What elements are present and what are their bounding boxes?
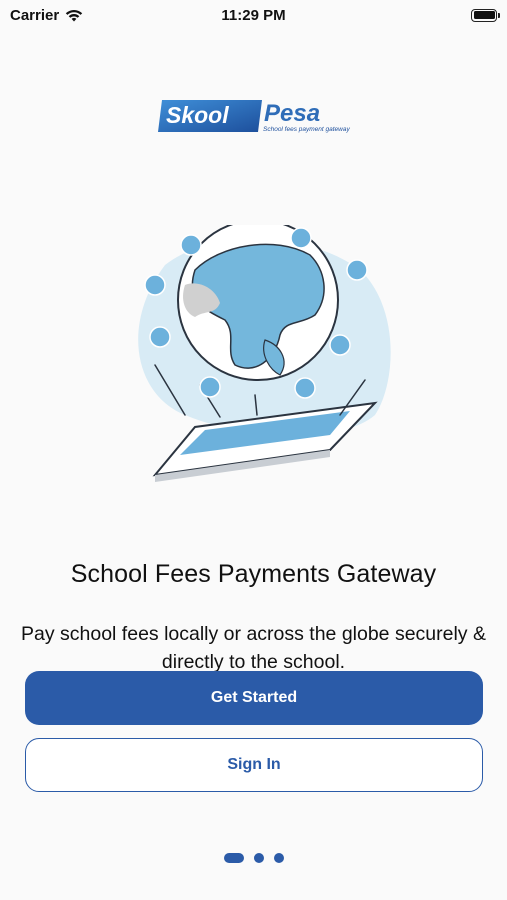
status-bar: Carrier 11:29 PM	[0, 0, 507, 30]
sign-in-button[interactable]: Sign In	[25, 738, 483, 792]
status-left: Carrier	[10, 7, 83, 24]
wifi-icon	[66, 9, 83, 21]
onboarding-title: School Fees Payments Gateway	[70, 560, 437, 588]
globe-phone-illustration	[125, 219, 395, 495]
logo-brand-part2: Pesa	[264, 100, 320, 127]
logo-brand-part1: Skool	[166, 102, 229, 128]
page-dot-3[interactable]	[273, 853, 284, 863]
page-indicator	[0, 853, 507, 863]
get-started-button[interactable]: Get Started	[25, 671, 483, 725]
carrier-label: Carrier	[10, 6, 60, 24]
logo-tagline: School fees payment gateway	[263, 126, 350, 133]
page-dot-1[interactable]	[223, 853, 244, 863]
onboarding-description: Pay school fees locally or across the gl…	[21, 623, 486, 673]
page-dot-2[interactable]	[253, 853, 264, 863]
battery-icon	[471, 8, 500, 22]
skoolpesa-logo: Skool Pesa School fees payment gateway	[158, 96, 351, 136]
